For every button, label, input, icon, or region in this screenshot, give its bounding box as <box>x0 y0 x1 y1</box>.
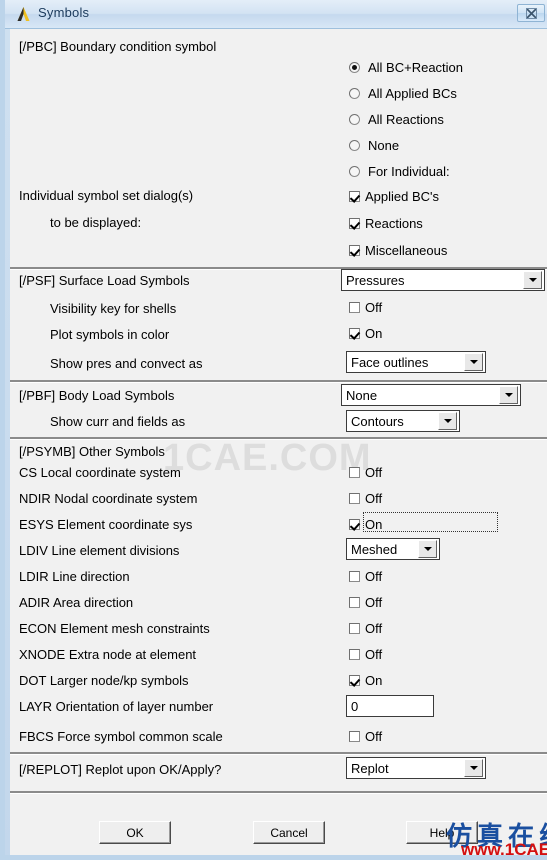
checkbox-icon <box>349 675 360 686</box>
radio-icon <box>349 166 360 177</box>
radio-label: For Individual: <box>368 164 450 179</box>
checkbox-icon <box>349 218 360 229</box>
checkbox-icon <box>349 623 360 634</box>
separator-pbf-psymb <box>10 437 547 440</box>
help-button[interactable]: Help <box>406 821 478 844</box>
combo-show-pres-and-convect-as[interactable]: Face outlines <box>346 351 486 373</box>
checkbox-icon <box>349 597 360 608</box>
psf-show-pres-convect-label: Show pres and convect as <box>50 356 203 371</box>
psymb-xnode-label: XNODE Extra node at element <box>19 647 197 662</box>
chevron-down-icon[interactable] <box>464 353 483 371</box>
radio-label: All BC+Reaction <box>368 60 464 75</box>
watermark-center: 1CAE.COM <box>163 437 372 479</box>
psf-visibility-key-label: Visibility key for shells <box>50 301 177 316</box>
psymb-adir-label: ADIR Area direction <box>19 595 134 610</box>
symbols-dialog-window: Symbols 1CAE.COM [/PBC] Boundary conditi… <box>0 0 547 860</box>
title-bar[interactable]: Symbols <box>5 0 547 29</box>
combo-body-load-symbols[interactable]: None <box>341 384 521 406</box>
combo-value: Contours <box>351 413 404 429</box>
close-glyph <box>525 7 537 19</box>
radio-label: All Applied BCs <box>368 86 457 101</box>
radio-icon <box>349 140 360 151</box>
combo-value: Replot <box>351 760 389 776</box>
window-title: Symbols <box>38 5 90 20</box>
psymb-ldiv-label: LDIV Line element divisions <box>19 543 180 558</box>
radio-label: All Reactions <box>368 112 444 127</box>
checkbox-icon <box>349 191 360 202</box>
psymb-econ-label: ECON Element mesh constraints <box>19 621 210 636</box>
checkbox-label: Off <box>365 595 383 610</box>
combo-show-curr-and-fields-as[interactable]: Contours <box>346 410 460 432</box>
close-icon[interactable] <box>517 4 545 22</box>
checkbox-label: On <box>365 673 383 688</box>
checkbox-label: On <box>365 326 383 341</box>
radio-icon <box>349 114 360 125</box>
checkbox-icon <box>349 731 360 742</box>
combo-value: None <box>346 387 378 403</box>
checkbox-icon <box>349 519 360 530</box>
pbc-section-header: [/PBC] Boundary condition symbol <box>19 39 217 54</box>
checkbox-icon <box>349 493 360 504</box>
checkbox-label: Off <box>365 491 383 506</box>
checkbox-label: Reactions <box>365 216 423 231</box>
chevron-down-icon[interactable] <box>523 271 542 289</box>
checkbox-icon <box>349 302 360 313</box>
radio-icon <box>349 62 360 73</box>
ansys-logo-icon <box>15 6 32 23</box>
chevron-down-icon[interactable] <box>464 759 483 777</box>
to-be-displayed-label: to be displayed: <box>50 215 142 230</box>
psymb-cs-label: CS Local coordinate system <box>19 465 181 480</box>
checkbox-label: Off <box>365 465 383 480</box>
chevron-down-icon[interactable] <box>438 412 457 430</box>
chevron-down-icon[interactable] <box>499 386 518 404</box>
checkbox-label: On <box>365 517 383 532</box>
psymb-ldir-label: LDIR Line direction <box>19 569 130 584</box>
pbf-show-curr-fields-label: Show curr and fields as <box>50 414 186 429</box>
ok-button[interactable]: OK <box>99 821 171 844</box>
psymb-section-header: [/PSYMB] Other Symbols <box>19 444 165 459</box>
psymb-esys-label: ESYS Element coordinate sys <box>19 517 193 532</box>
psf-section-header: [/PSF] Surface Load Symbols <box>19 273 190 288</box>
psymb-dot-label: DOT Larger node/kp symbols <box>19 673 189 688</box>
checkbox-icon <box>349 467 360 478</box>
separator-psymb-replot <box>10 752 547 755</box>
separator-replot-buttons <box>10 791 547 794</box>
combo-value: Meshed <box>351 541 398 557</box>
psymb-layr-label: LAYR Orientation of layer number <box>19 699 214 714</box>
layr-orientation-input[interactable]: 0 <box>346 695 434 717</box>
checkbox-label: Miscellaneous <box>365 243 448 258</box>
radio-label: None <box>368 138 400 153</box>
combo-value: Face outlines <box>351 354 429 370</box>
combo-surface-load-symbols[interactable]: Pressures <box>341 269 545 291</box>
individual-symbol-set-label: Individual symbol set dialog(s) <box>19 188 194 203</box>
radio-icon <box>349 88 360 99</box>
checkbox-label: Off <box>365 621 383 636</box>
psymb-ndir-label: NDIR Nodal coordinate system <box>19 491 198 506</box>
checkbox-label: Off <box>365 300 383 315</box>
replot-section-header: [/REPLOT] Replot upon OK/Apply? <box>19 762 222 777</box>
separator-psf-pbf <box>10 380 547 383</box>
psf-plot-symbols-color-label: Plot symbols in color <box>50 327 170 342</box>
cancel-button[interactable]: Cancel <box>253 821 325 844</box>
checkbox-icon <box>349 571 360 582</box>
checkbox-label: Off <box>365 729 383 744</box>
checkbox-label: Off <box>365 569 383 584</box>
combo-ldiv-line-element-divisions[interactable]: Meshed <box>346 538 440 560</box>
focus-indicator <box>363 512 498 532</box>
combo-value: Pressures <box>346 272 405 288</box>
combo-replot-upon-ok-apply[interactable]: Replot <box>346 757 486 779</box>
checkbox-icon <box>349 245 360 256</box>
checkbox-icon <box>349 649 360 660</box>
chevron-down-icon[interactable] <box>418 540 437 558</box>
checkbox-label: Off <box>365 647 383 662</box>
dialog-body: 1CAE.COM [/PBC] Boundary condition symbo… <box>10 29 547 855</box>
checkbox-label: Applied BC's <box>365 189 440 204</box>
checkbox-icon <box>349 328 360 339</box>
pbf-section-header: [/PBF] Body Load Symbols <box>19 388 175 403</box>
psymb-fbcs-label: FBCS Force symbol common scale <box>19 729 223 744</box>
